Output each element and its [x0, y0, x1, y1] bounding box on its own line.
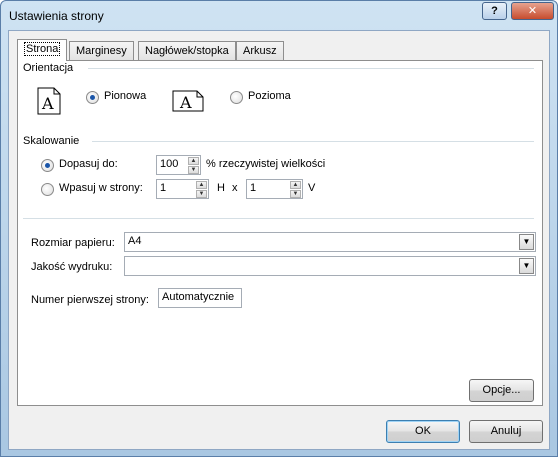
- dropdown-arrow-icon[interactable]: ▼: [519, 258, 534, 274]
- portrait-icon-letter: A: [41, 94, 54, 113]
- fit-tall-suffix: V: [308, 182, 316, 194]
- help-button[interactable]: ?: [482, 2, 507, 20]
- scaling-group-label: Skalowanie: [23, 135, 84, 147]
- tab-strona-label: Strona: [24, 42, 61, 56]
- tab-marginesy-label: Marginesy: [76, 45, 127, 57]
- spin-down-icon[interactable]: ▼: [290, 190, 301, 198]
- section-separator: [23, 218, 534, 219]
- page-setup-dialog: Ustawienia strony ? ✕ Strona Marginesy N…: [0, 0, 558, 457]
- first-page-number-input[interactable]: Automatycznie: [158, 288, 242, 308]
- spin-up-icon[interactable]: ▲: [290, 181, 301, 189]
- fit-wide-spinner[interactable]: ▲ ▼: [195, 179, 209, 199]
- adjust-to-radio[interactable]: [41, 159, 54, 172]
- orientation-group-label: Orientacja: [23, 62, 78, 74]
- landscape-label[interactable]: Pozioma: [248, 90, 291, 102]
- adjust-to-label[interactable]: Dopasuj do:: [59, 158, 118, 170]
- paper-size-value: A4: [128, 235, 142, 247]
- scaling-group-line: [92, 141, 534, 142]
- adjust-percent-spinner[interactable]: ▲ ▼: [187, 155, 201, 175]
- fit-tall-spinner[interactable]: ▲ ▼: [289, 179, 303, 199]
- tab-arkusz-label: Arkusz: [243, 45, 277, 57]
- portrait-label[interactable]: Pionowa: [104, 90, 146, 102]
- spin-down-icon[interactable]: ▼: [188, 166, 199, 174]
- spin-up-icon[interactable]: ▲: [188, 157, 199, 165]
- landscape-icon-letter: A: [179, 93, 192, 112]
- options-button[interactable]: Opcje...: [469, 379, 534, 402]
- ok-button[interactable]: OK: [386, 420, 460, 443]
- spin-up-icon[interactable]: ▲: [196, 181, 207, 189]
- tab-strona[interactable]: Strona: [17, 39, 68, 61]
- landscape-radio[interactable]: [230, 91, 243, 104]
- window-title: Ustawienia strony: [9, 9, 104, 23]
- fit-tall-input[interactable]: 1: [246, 179, 290, 199]
- paper-size-label: Rozmiar papieru:: [31, 237, 115, 249]
- dialog-client-area: Strona Marginesy Nagłówek/stopka Arkusz …: [8, 30, 550, 450]
- tab-naglowek-stopka[interactable]: Nagłówek/stopka: [138, 41, 236, 60]
- fit-wide-suffix: H: [217, 182, 225, 194]
- close-button[interactable]: ✕: [511, 2, 554, 20]
- print-quality-select[interactable]: ▼: [124, 256, 536, 276]
- tab-panel-strona: Orientacja A Pionowa A Pozioma Skalowani…: [17, 60, 543, 406]
- orientation-group-line: [88, 68, 534, 69]
- cancel-button[interactable]: Anuluj: [469, 420, 543, 443]
- fit-wide-input[interactable]: 1: [156, 179, 196, 199]
- tab-marginesy[interactable]: Marginesy: [69, 41, 134, 60]
- dropdown-arrow-icon[interactable]: ▼: [519, 234, 534, 250]
- paper-size-select[interactable]: A4 ▼: [124, 232, 536, 252]
- portrait-page-icon: A: [37, 87, 61, 115]
- title-bar[interactable]: Ustawienia strony ? ✕: [1, 1, 557, 31]
- print-quality-label: Jakość wydruku:: [31, 261, 113, 273]
- fit-times-label: x: [232, 182, 238, 194]
- spin-down-icon[interactable]: ▼: [196, 190, 207, 198]
- landscape-page-icon: A: [172, 90, 204, 112]
- tab-naglowek-label: Nagłówek/stopka: [145, 45, 229, 57]
- adjust-percent-input[interactable]: 100: [156, 155, 188, 175]
- fit-to-pages-label[interactable]: Wpasuj w strony:: [59, 182, 143, 194]
- portrait-radio[interactable]: [86, 91, 99, 104]
- tab-arkusz[interactable]: Arkusz: [236, 41, 284, 60]
- first-page-number-label: Numer pierwszej strony:: [31, 294, 149, 306]
- adjust-percent-suffix: % rzeczywistej wielkości: [206, 158, 326, 170]
- fit-to-pages-radio[interactable]: [41, 183, 54, 196]
